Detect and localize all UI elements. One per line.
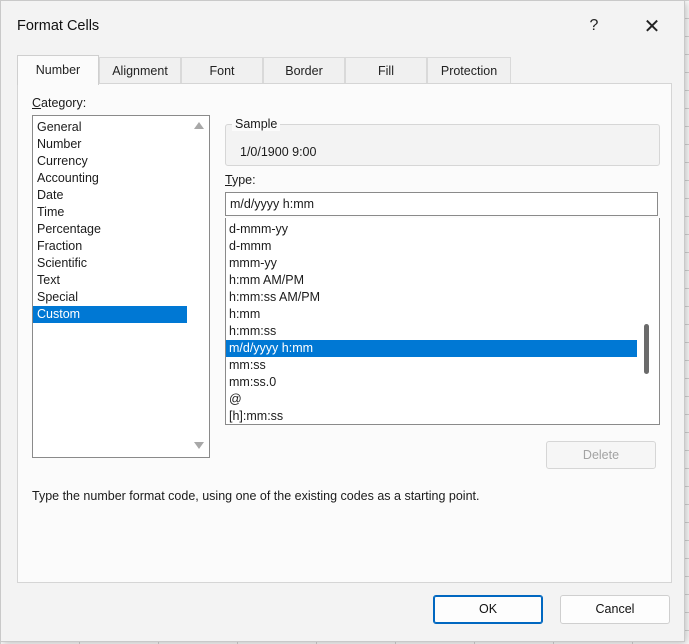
format-cells-dialog: Format Cells ? ✕ Number Alignment Font B… [0, 0, 685, 642]
tab-font[interactable]: Font [181, 57, 263, 84]
dialog-title: Format Cells [17, 18, 100, 34]
type-scroll-thumb[interactable] [644, 324, 649, 374]
type-scrollbar[interactable] [639, 218, 659, 424]
help-button[interactable]: ? [571, 9, 617, 43]
type-input[interactable]: m/d/yyyy h:mm [225, 192, 658, 216]
sample-group: Sample 1/0/1900 9:00 [225, 117, 660, 166]
category-item-time[interactable]: Time [33, 204, 209, 221]
sample-legend: Sample [232, 117, 281, 131]
cancel-button[interactable]: Cancel [560, 595, 670, 624]
tab-border[interactable]: Border [263, 57, 345, 84]
type-item[interactable]: h:mm [226, 306, 659, 323]
category-item-general[interactable]: General [33, 119, 209, 136]
delete-button[interactable]: Delete [546, 441, 656, 469]
type-item[interactable]: mmm-yy [226, 255, 659, 272]
category-item-percentage[interactable]: Percentage [33, 221, 209, 238]
type-item[interactable]: [h]:mm:ss [226, 408, 659, 424]
type-label: Type: [225, 173, 256, 187]
tab-alignment[interactable]: Alignment [99, 57, 181, 84]
number-tab-panel: Category: General Number Currency Accoun… [17, 83, 672, 583]
category-listbox[interactable]: General Number Currency Accounting Date … [32, 115, 210, 458]
type-item[interactable]: @ [226, 391, 659, 408]
category-label: Category: [32, 96, 87, 110]
close-icon: ✕ [643, 15, 661, 38]
category-item-number[interactable]: Number [33, 136, 209, 153]
tab-protection[interactable]: Protection [427, 57, 511, 84]
category-item-currency[interactable]: Currency [33, 153, 209, 170]
sample-value: 1/0/1900 9:00 [240, 145, 317, 159]
type-item[interactable]: d-mmm [226, 238, 659, 255]
category-item-fraction[interactable]: Fraction [33, 238, 209, 255]
category-item-scientific[interactable]: Scientific [33, 255, 209, 272]
type-item[interactable]: d-mmm-yy [226, 221, 659, 238]
close-button[interactable]: ✕ [629, 9, 675, 43]
type-item[interactable]: h:mm:ss [226, 323, 659, 340]
category-scrollbar[interactable] [189, 116, 209, 457]
type-item-selected[interactable]: m/d/yyyy h:mm [226, 340, 637, 357]
type-item[interactable]: mm:ss.0 [226, 374, 659, 391]
type-item[interactable]: mm:ss [226, 357, 659, 374]
category-item-date[interactable]: Date [33, 187, 209, 204]
scroll-up-arrow-icon[interactable] [194, 122, 204, 129]
scroll-down-arrow-icon[interactable] [194, 442, 204, 449]
type-listbox[interactable]: d-mmm-yy d-mmm mmm-yy h:mm AM/PM h:mm:ss… [225, 218, 660, 425]
tab-number[interactable]: Number [17, 55, 99, 85]
type-item[interactable]: h:mm:ss AM/PM [226, 289, 659, 306]
category-item-accounting[interactable]: Accounting [33, 170, 209, 187]
type-item[interactable]: h:mm AM/PM [226, 272, 659, 289]
category-item-special[interactable]: Special [33, 289, 209, 306]
tab-fill[interactable]: Fill [345, 57, 427, 84]
format-description: Type the number format code, using one o… [32, 489, 480, 503]
title-bar: Format Cells ? ✕ [1, 1, 684, 51]
category-item-text[interactable]: Text [33, 272, 209, 289]
question-icon: ? [589, 17, 599, 34]
category-item-custom[interactable]: Custom [33, 306, 187, 323]
ok-button[interactable]: OK [433, 595, 543, 624]
